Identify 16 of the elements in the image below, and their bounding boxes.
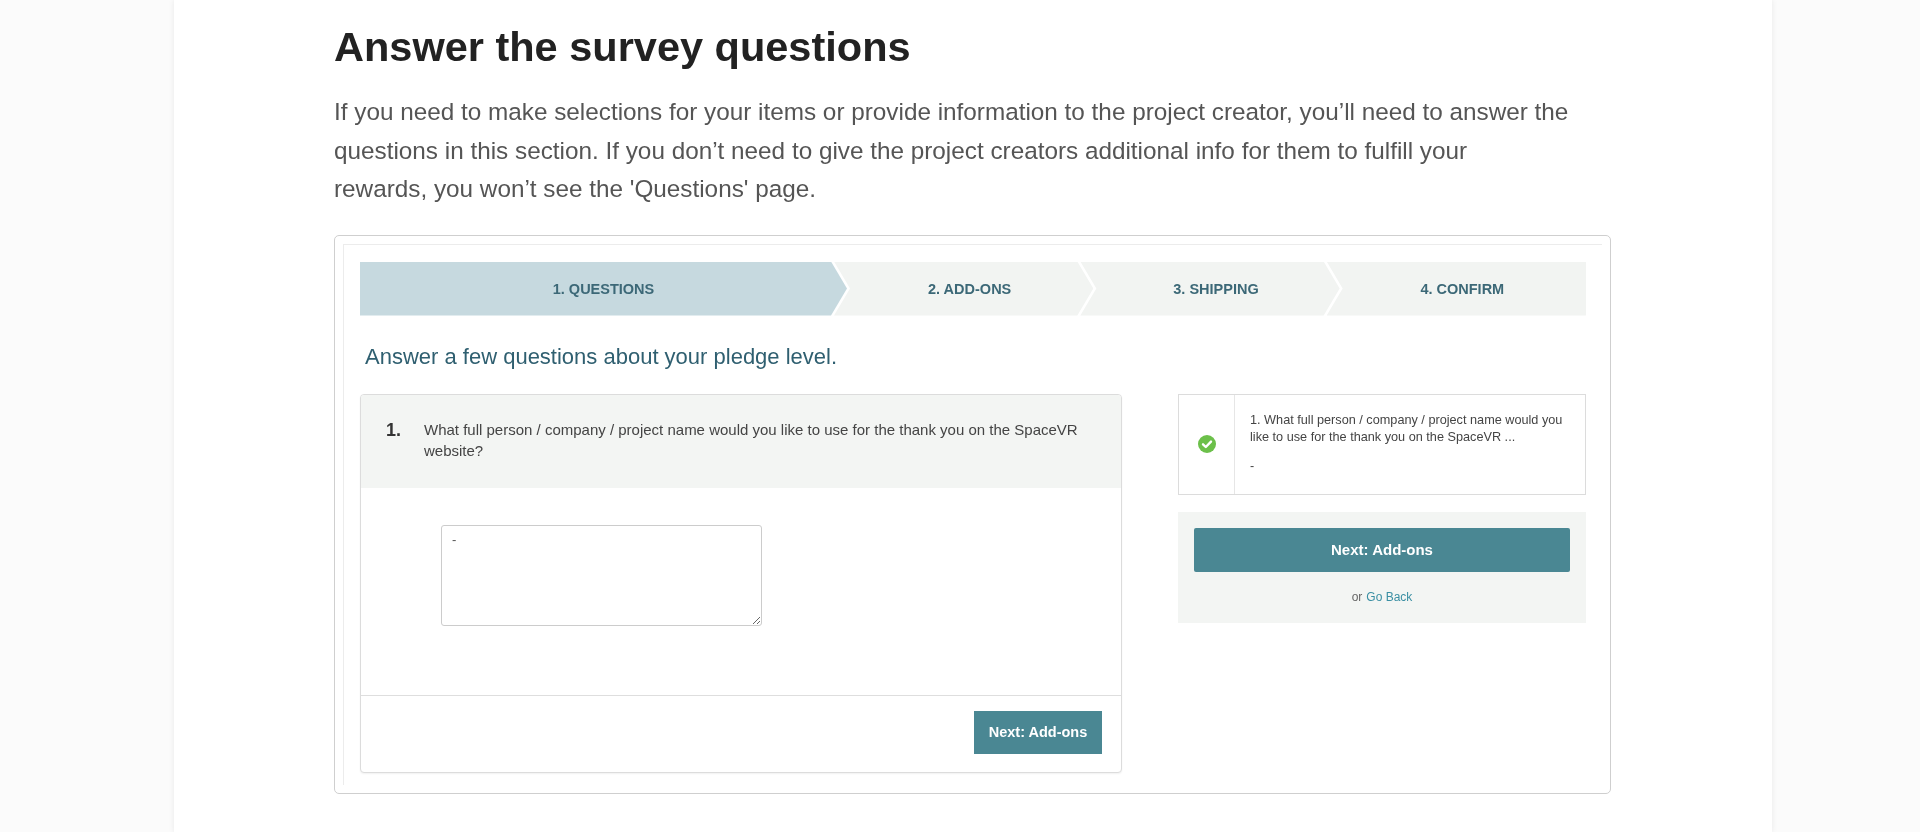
section-heading: Answer the survey questions (334, 24, 911, 70)
summary-question: 1. What full person / company / project name would you like to use for the thank you on the SpaceVR ... (1250, 411, 1564, 446)
step-tab[interactable]: 2. ADD-ONS (834, 261, 1094, 316)
question-number: 1. (386, 418, 402, 442)
question-text: What full person / company / project name would you like to use for the thank you on the SpaceVR website? (424, 419, 1079, 461)
or-label: or (1351, 588, 1363, 605)
form-title: Answer a few questions about your pledge level. (365, 342, 838, 371)
summary-answer: - (1250, 457, 1255, 475)
intro-paragraph: If you need to make selections for your items or provide information to the project creator, you’ll need to answer the questions in this section. If you don’t need to give the project creators additional info for them to fulfill your rewards, you won’t see the 'Questions' page. (334, 97, 1570, 204)
step-tab[interactable]: 3. SHIPPING (1080, 261, 1340, 316)
back-link[interactable]: Go Back (1366, 588, 1413, 605)
next-button[interactable]: Next: Add-ons (1194, 527, 1570, 572)
step-tab[interactable]: 1. QUESTIONS (360, 261, 847, 316)
next-button[interactable]: Next: Add-ons (974, 710, 1102, 754)
step-tab[interactable]: 4. CONFIRM (1326, 261, 1586, 316)
answer-field[interactable]: - (441, 524, 762, 626)
